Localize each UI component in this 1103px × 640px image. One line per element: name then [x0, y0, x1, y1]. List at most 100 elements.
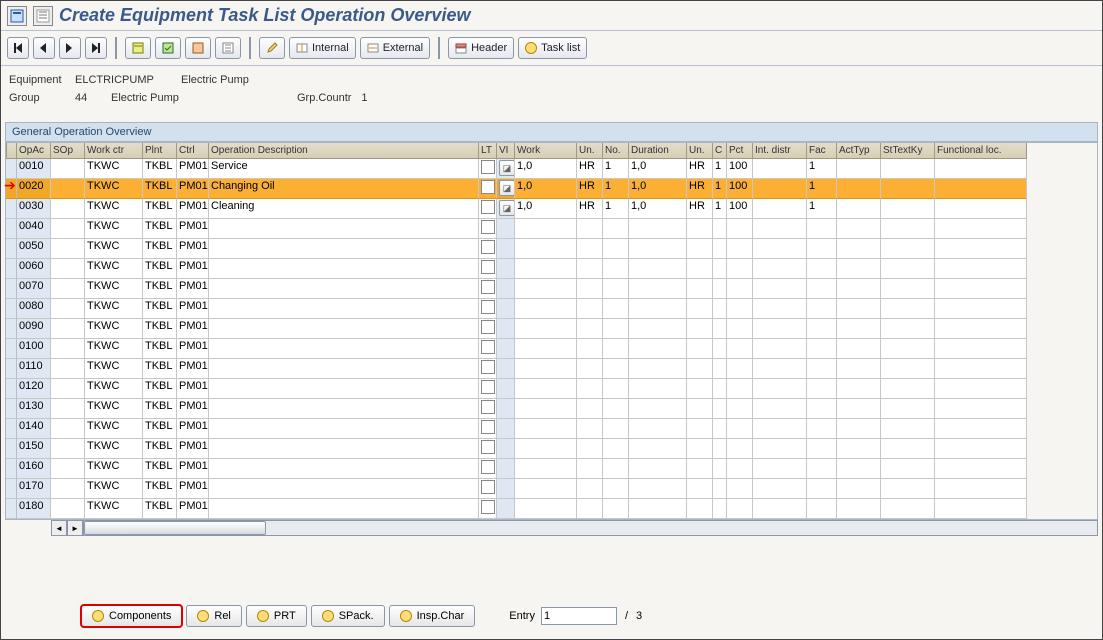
cell-sttextky[interactable]	[881, 279, 935, 299]
cell-work[interactable]	[515, 279, 577, 299]
cell-durun[interactable]	[687, 499, 713, 519]
col-header[interactable]: LT	[479, 143, 497, 159]
cell-ctrl[interactable]: PM01	[177, 439, 209, 459]
cell-plnt[interactable]: TKBL	[143, 399, 177, 419]
cell-fac[interactable]	[807, 399, 837, 419]
cell-sop[interactable]	[51, 439, 85, 459]
cell-no[interactable]	[603, 299, 629, 319]
cell-workctr[interactable]: TKWC	[85, 179, 143, 199]
col-header[interactable]: Int. distr	[753, 143, 807, 159]
cell-plnt[interactable]: TKBL	[143, 439, 177, 459]
cell-c[interactable]: 1	[713, 159, 727, 179]
col-header[interactable]: Work	[515, 143, 577, 159]
cell-c[interactable]	[713, 479, 727, 499]
tasklist-button[interactable]: Task list	[518, 37, 587, 59]
cell-desc[interactable]	[209, 379, 479, 399]
cell-acttyp[interactable]	[837, 319, 881, 339]
col-header[interactable]: Ctrl	[177, 143, 209, 159]
cell-pct[interactable]	[727, 239, 753, 259]
cell-acttyp[interactable]	[837, 339, 881, 359]
cell-fac[interactable]	[807, 239, 837, 259]
cell-desc[interactable]	[209, 399, 479, 419]
row-selector[interactable]	[6, 439, 17, 459]
cell-desc[interactable]	[209, 239, 479, 259]
cell-fac[interactable]	[807, 459, 837, 479]
cell-sop[interactable]	[51, 499, 85, 519]
cell-workun[interactable]: HR	[577, 159, 603, 179]
cell-sttextky[interactable]	[881, 359, 935, 379]
cell-vi[interactable]	[497, 499, 515, 519]
cell-lt[interactable]	[479, 239, 497, 259]
components-button[interactable]: Components	[81, 605, 182, 627]
cell-desc[interactable]	[209, 279, 479, 299]
col-header[interactable]: Duration	[629, 143, 687, 159]
cell-acttyp[interactable]	[837, 199, 881, 219]
cell-fac[interactable]	[807, 279, 837, 299]
cell-funcloc[interactable]	[935, 319, 1027, 339]
cell-ctrl[interactable]: PM01	[177, 219, 209, 239]
cell-sttextky[interactable]	[881, 499, 935, 519]
cell-pct[interactable]	[727, 439, 753, 459]
cell-funcloc[interactable]	[935, 359, 1027, 379]
cell-lt[interactable]	[479, 159, 497, 179]
col-header[interactable]: No.	[603, 143, 629, 159]
cell-intdistr[interactable]	[753, 439, 807, 459]
cell-funcloc[interactable]	[935, 179, 1027, 199]
entry-input[interactable]	[541, 607, 617, 625]
cell-no[interactable]	[603, 339, 629, 359]
cell-durun[interactable]	[687, 439, 713, 459]
cell-fac[interactable]	[807, 499, 837, 519]
cell-fac[interactable]: 1	[807, 179, 837, 199]
hscroll-thumb[interactable]	[84, 521, 266, 535]
cell-workctr[interactable]: TKWC	[85, 279, 143, 299]
cell-sop[interactable]	[51, 359, 85, 379]
cell-intdistr[interactable]	[753, 199, 807, 219]
cell-c[interactable]	[713, 399, 727, 419]
cell-desc[interactable]	[209, 319, 479, 339]
cell-dur[interactable]	[629, 259, 687, 279]
row-selector[interactable]	[6, 499, 17, 519]
cell-fac[interactable]	[807, 219, 837, 239]
cell-sop[interactable]	[51, 339, 85, 359]
cell-ctrl[interactable]: PM01	[177, 199, 209, 219]
cell-c[interactable]	[713, 219, 727, 239]
cell-workctr[interactable]: TKWC	[85, 299, 143, 319]
cell-acttyp[interactable]	[837, 419, 881, 439]
cell-no[interactable]	[603, 219, 629, 239]
cell-pct[interactable]	[727, 479, 753, 499]
cell-vi[interactable]	[497, 459, 515, 479]
first-button[interactable]	[7, 37, 29, 59]
cell-work[interactable]	[515, 299, 577, 319]
cell-sop[interactable]	[51, 299, 85, 319]
cell-vi[interactable]	[497, 359, 515, 379]
cell-sttextky[interactable]	[881, 379, 935, 399]
prev-button[interactable]	[33, 37, 55, 59]
cell-dur[interactable]	[629, 419, 687, 439]
cell-no[interactable]	[603, 419, 629, 439]
cell-pct[interactable]: 100	[727, 179, 753, 199]
col-header[interactable]: Work ctr	[85, 143, 143, 159]
row-selector[interactable]	[6, 399, 17, 419]
cell-ctrl[interactable]: PM01	[177, 399, 209, 419]
cell-workctr[interactable]: TKWC	[85, 319, 143, 339]
cell-pct[interactable]	[727, 359, 753, 379]
cell-workctr[interactable]: TKWC	[85, 399, 143, 419]
cell-pct[interactable]	[727, 299, 753, 319]
cell-workun[interactable]	[577, 239, 603, 259]
row-selector[interactable]	[6, 219, 17, 239]
col-header[interactable]: Fac	[807, 143, 837, 159]
cell-ctrl[interactable]: PM01	[177, 339, 209, 359]
cell-lt[interactable]	[479, 379, 497, 399]
cell-sttextky[interactable]	[881, 299, 935, 319]
cell-acttyp[interactable]	[837, 479, 881, 499]
cell-work[interactable]	[515, 399, 577, 419]
col-header[interactable]: C	[713, 143, 727, 159]
cell-workun[interactable]	[577, 319, 603, 339]
cell-acttyp[interactable]	[837, 219, 881, 239]
cell-funcloc[interactable]	[935, 219, 1027, 239]
cell-plnt[interactable]: TKBL	[143, 479, 177, 499]
cell-work[interactable]	[515, 479, 577, 499]
cell-sop[interactable]	[51, 399, 85, 419]
cell-vi[interactable]	[497, 379, 515, 399]
cell-work[interactable]	[515, 319, 577, 339]
